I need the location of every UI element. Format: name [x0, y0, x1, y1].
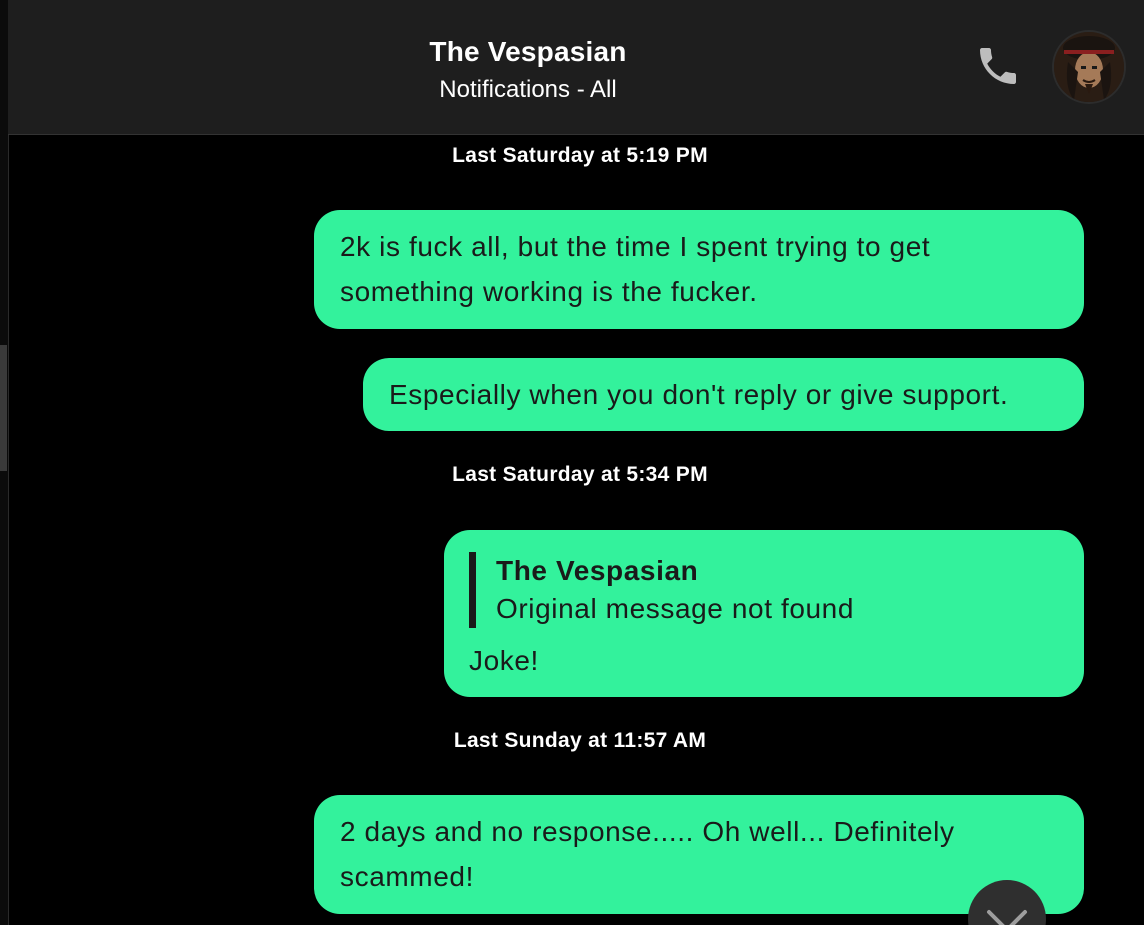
message-text: Joke!	[469, 645, 539, 676]
timestamp: Last Sunday at 11:57 AM	[453, 729, 707, 752]
chat-subtitle[interactable]: Notifications - All	[8, 76, 1048, 104]
scroll-to-bottom-button[interactable]	[968, 880, 1046, 925]
quote-author: The Vespasian	[496, 555, 699, 586]
chevron-down-icon	[987, 910, 1027, 925]
avatar-image	[1054, 32, 1124, 102]
chat-title: The Vespasian	[429, 36, 627, 67]
timestamp: Last Saturday at 5:34 PM	[452, 463, 708, 486]
message-text: something working is the fucker.	[340, 276, 758, 307]
phone-icon	[980, 48, 1016, 84]
message-bubble[interactable]: 2k is fuck all, but the time I spent try…	[314, 210, 1084, 329]
message-text: Especially when you don't reply or give …	[389, 379, 1009, 410]
avatar[interactable]	[1054, 32, 1124, 102]
message-text: scammed!	[340, 861, 474, 892]
message-text: 2k is fuck all, but the time I spent try…	[340, 231, 931, 262]
scrollbar-thumb[interactable]	[0, 345, 7, 471]
call-button[interactable]	[974, 42, 1022, 90]
message-bubble[interactable]: The Vespasian Original message not found…	[444, 530, 1084, 697]
quote-text: Original message not found	[496, 593, 855, 624]
reply-quote[interactable]: The Vespasian Original message not found	[469, 552, 1058, 628]
message-text: 2 days and no response..... Oh well... D…	[340, 816, 955, 847]
chat-window: The Vespasian Notifications - All Last S…	[0, 0, 1144, 925]
message-bubble[interactable]: Especially when you don't reply or give …	[363, 358, 1084, 431]
timestamp: Last Saturday at 5:19 PM	[452, 144, 708, 167]
chat-header: The Vespasian Notifications - All	[8, 0, 1144, 135]
